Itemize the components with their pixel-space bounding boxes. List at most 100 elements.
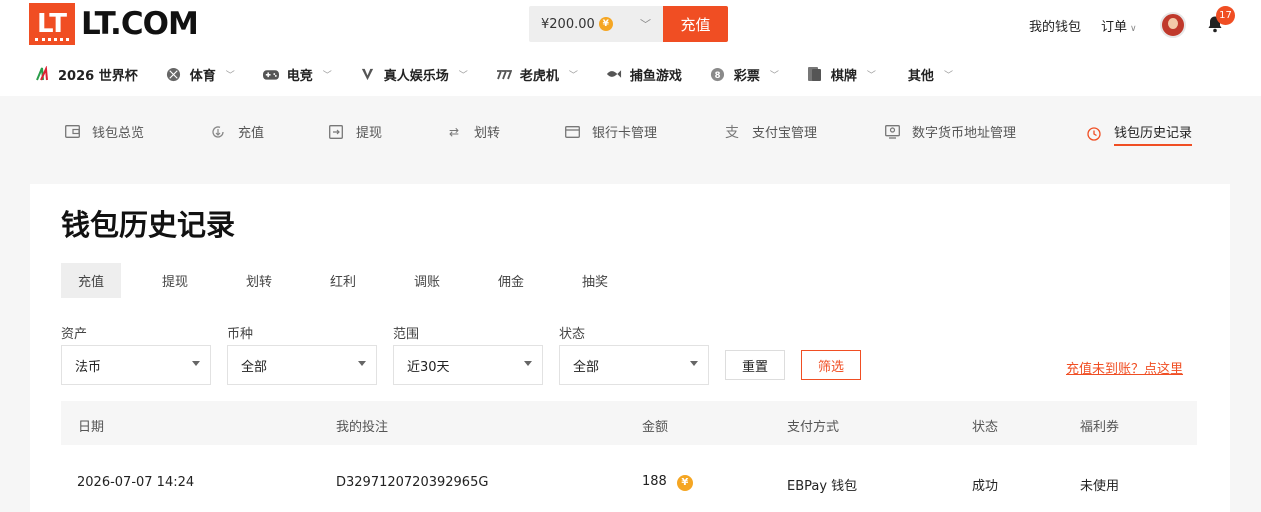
tab-lucky-draw[interactable]: 抽奖 <box>565 263 625 298</box>
filter-button[interactable]: 筛选 <box>801 350 861 380</box>
chevron-down-icon: ﹀ <box>322 70 332 81</box>
fish-icon <box>606 66 622 82</box>
range-select[interactable]: 近30天 <box>393 345 543 385</box>
main-nav: 2026 世界杯 体育 ﹀ 电竞 ﹀ 真人娱乐场 ﹀ 老虎机 ﹀ 捕鱼游戏 8 <box>34 62 981 86</box>
subnav-label: 数字货币地址管理 <box>912 126 1017 141</box>
nav-item-sports[interactable]: 体育 ﹀ <box>166 65 235 84</box>
withdraw-icon <box>328 124 344 139</box>
coin-icon: ¥ <box>676 474 693 491</box>
table-header: 日期 我的投注 金额 支付方式 状态 福利券 <box>61 401 1197 445</box>
coin-icon: ¥ <box>598 17 613 31</box>
nav-item-lottery[interactable]: 8 彩票 ﹀ <box>710 65 779 84</box>
subnav-wallet-history[interactable]: 钱包历史记录 <box>1086 122 1193 146</box>
svg-text:8: 8 <box>715 69 721 79</box>
col-date: 日期 <box>78 420 105 435</box>
status-select[interactable]: 全部 <box>559 345 709 385</box>
tab-adjustment[interactable]: 调账 <box>397 263 457 298</box>
reset-button[interactable]: 重置 <box>725 350 785 380</box>
notification-badge: 17 <box>1216 6 1235 25</box>
worldcup-icon <box>34 66 50 82</box>
tab-commission[interactable]: 佣金 <box>481 263 541 298</box>
caret-down-icon <box>358 361 366 366</box>
slot-icon <box>496 66 512 82</box>
nav-item-fishing[interactable]: 捕鱼游戏 <box>606 65 682 84</box>
tab-transfer[interactable]: 划转 <box>229 263 289 298</box>
subnav-transfer[interactable]: ⇄ 划转 <box>446 122 501 142</box>
deposit-help-link[interactable]: 充值未到账？点这里 <box>1066 358 1183 377</box>
cell-order-id: D3297120720392965G <box>336 475 489 490</box>
tab-deposit[interactable]: 充值 <box>61 263 121 298</box>
currency-select[interactable]: 全部 <box>227 345 377 385</box>
cell-status: 成功 <box>972 479 999 494</box>
tab-bonus[interactable]: 红利 <box>313 263 373 298</box>
subnav-label: 划转 <box>474 126 501 141</box>
nav-item-label: 老虎机 <box>519 68 559 84</box>
asset-filter-label: 资产 <box>61 327 88 342</box>
amount-value: 188 <box>642 474 667 489</box>
asset-select[interactable]: 法币 <box>61 345 211 385</box>
page-title: 钱包历史记录 <box>61 208 236 242</box>
orders-label: 订单 <box>1101 20 1128 35</box>
tab-withdraw[interactable]: 提现 <box>145 263 205 298</box>
balance-amount: ¥200.00 <box>541 16 595 32</box>
casino-icon <box>360 66 376 82</box>
cell-payment-method: EBPay 钱包 <box>787 479 858 494</box>
nav-item-slots[interactable]: 老虎机 ﹀ <box>496 65 578 84</box>
caret-down-icon <box>192 361 200 366</box>
subnav-wallet-overview[interactable]: 钱包总览 <box>64 122 144 141</box>
subnav-label: 银行卡管理 <box>592 126 658 141</box>
col-coupon: 福利券 <box>1080 420 1120 435</box>
my-wallet-link[interactable]: 我的钱包 <box>1029 16 1081 35</box>
status-select-value: 全部 <box>573 359 600 375</box>
recharge-button[interactable]: 充值 <box>663 6 728 42</box>
nav-item-label: 棋牌 <box>830 68 857 84</box>
nav-item-label: 2026 世界杯 <box>58 68 138 84</box>
subnav-label: 支付宝管理 <box>752 126 818 141</box>
chevron-down-icon: ﹀ <box>943 70 953 81</box>
chevron-down-icon: ﹀ <box>225 70 235 81</box>
wallet-subnav: 钱包总览 充值 提现 ⇄ 划转 银行卡管理 支 支付宝管理 数字货币地址管理 钱… <box>0 96 1261 166</box>
nav-item-other[interactable]: 其他 ﹀ <box>904 65 953 84</box>
subnav-withdraw[interactable]: 提现 <box>328 122 382 141</box>
wallet-icon <box>64 125 80 139</box>
deposit-icon <box>210 125 226 139</box>
chevron-down-icon: ∨ <box>1130 24 1137 34</box>
nav-item-esports[interactable]: 电竞 ﹀ <box>262 65 332 84</box>
top-bar: LT LT.COM ¥200.00 ¥ ﹀ 充值 我的钱包 订单 ∨ 17 202… <box>0 0 1261 96</box>
currency-filter-label: 币种 <box>227 327 254 342</box>
col-status: 状态 <box>972 420 999 435</box>
nav-item-label: 捕鱼游戏 <box>629 68 682 84</box>
cell-coupon: 未使用 <box>1080 479 1120 494</box>
avatar[interactable] <box>1160 12 1186 38</box>
nav-item-worldcup[interactable]: 2026 世界杯 <box>34 65 138 84</box>
currency-select-value: 全部 <box>241 359 268 375</box>
col-payment-method: 支付方式 <box>787 420 840 435</box>
table-row: 2026-07-07 14:24 D3297120720392965G 188 ¥… <box>61 455 1197 512</box>
subnav-alipay[interactable]: 支 支付宝管理 <box>724 122 818 142</box>
nav-item-label: 体育 <box>189 68 216 84</box>
cell-date: 2026-07-07 14:24 <box>77 475 195 490</box>
record-type-tabs: 充值 提现 划转 红利 调账 佣金 抽奖 <box>61 263 625 298</box>
col-my-bet: 我的投注 <box>336 420 389 435</box>
crypto-address-icon <box>884 124 900 139</box>
sports-ball-icon <box>166 66 182 82</box>
asset-select-value: 法币 <box>75 359 102 375</box>
balance-dropdown[interactable]: ¥200.00 ¥ ﹀ <box>529 6 663 42</box>
chevron-down-icon: ﹀ <box>769 70 779 81</box>
subnav-bank-cards[interactable]: 银行卡管理 <box>564 122 657 141</box>
chevron-down-icon: ﹀ <box>866 70 876 81</box>
chevron-down-icon: ﹀ <box>458 70 468 81</box>
subnav-label: 钱包历史记录 <box>1114 122 1193 146</box>
orders-link[interactable]: 订单 ∨ <box>1101 16 1137 35</box>
subnav-label: 提现 <box>356 126 383 141</box>
range-select-value: 近30天 <box>407 359 450 375</box>
subnav-deposit[interactable]: 充值 <box>210 122 264 141</box>
logo-text: LT.COM <box>81 6 199 42</box>
caret-down-icon <box>524 361 532 366</box>
nav-item-board-games[interactable]: 棋牌 ﹀ <box>807 65 876 84</box>
subnav-crypto-address[interactable]: 数字货币地址管理 <box>884 122 1016 141</box>
nav-item-live-casino[interactable]: 真人娱乐场 ﹀ <box>360 65 468 84</box>
site-logo[interactable]: LT LT.COM <box>29 3 199 45</box>
gamepad-icon <box>262 66 279 82</box>
cards-icon <box>807 66 823 82</box>
